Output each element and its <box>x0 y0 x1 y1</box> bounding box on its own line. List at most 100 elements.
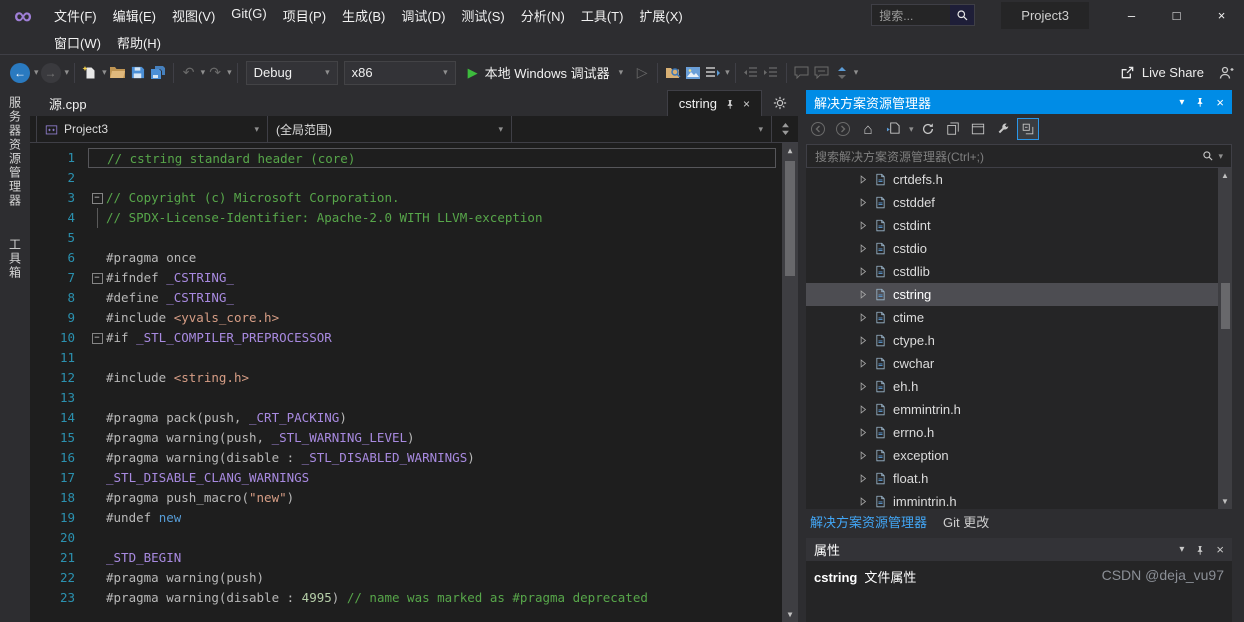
window-position-caret-icon[interactable]: ▾ <box>1179 97 1184 108</box>
chevron-right-icon[interactable] <box>858 289 868 300</box>
maximize-button[interactable]: □ <box>1154 0 1199 30</box>
scrollbar-thumb[interactable] <box>1220 283 1230 329</box>
save-button[interactable] <box>128 60 148 86</box>
sign-in-button[interactable] <box>1216 60 1236 86</box>
save-all-button[interactable] <box>148 60 168 86</box>
tree-item-ctype.h[interactable]: ctype.h <box>806 329 1232 352</box>
tab-source-cpp[interactable]: 源.cpp <box>38 90 98 116</box>
menu-item[interactable]: 工具(T) <box>573 2 632 29</box>
menu-item[interactable]: Git(G) <box>223 2 274 29</box>
menu-item[interactable]: 帮助(H) <box>109 29 169 56</box>
tree-item-cstdlib[interactable]: cstdlib <box>806 260 1232 283</box>
back-button[interactable] <box>807 118 829 140</box>
tree-item-crtdefs.h[interactable]: crtdefs.h <box>806 168 1232 191</box>
tree-item-exception[interactable]: exception <box>806 444 1232 467</box>
split-editor-button[interactable] <box>772 116 798 142</box>
forward-dropdown-caret-icon[interactable]: ▾ <box>65 67 70 78</box>
comment-button[interactable] <box>792 60 812 86</box>
editor-vertical-scrollbar[interactable]: ▲ ▼ <box>782 143 798 622</box>
tree-item-emmintrin.h[interactable]: emmintrin.h <box>806 398 1232 421</box>
solution-configuration-dropdown[interactable]: Debug ▾ <box>245 60 338 85</box>
search-icon[interactable] <box>950 5 975 25</box>
live-share-button[interactable]: Live Share <box>1108 65 1216 80</box>
chevron-right-icon[interactable] <box>858 243 868 254</box>
close-button[interactable]: × <box>1199 0 1244 30</box>
menu-item[interactable]: 测试(S) <box>453 2 512 29</box>
tree-item-cstdio[interactable]: cstdio <box>806 237 1232 260</box>
chevron-right-icon[interactable] <box>858 335 868 346</box>
updown-caret-icon[interactable]: ▾ <box>854 67 859 78</box>
menu-item[interactable]: 项目(P) <box>275 2 334 29</box>
chevron-right-icon[interactable] <box>858 404 868 415</box>
search-options-caret-icon[interactable]: ▾ <box>1218 151 1223 162</box>
window-position-caret-icon[interactable]: ▾ <box>1179 544 1184 555</box>
titlebar-search-box[interactable]: 搜索... <box>871 4 976 26</box>
indent-increase-button[interactable] <box>761 60 781 86</box>
scrollbar-thumb[interactable] <box>785 161 795 276</box>
start-debugging-button[interactable]: ▶ 本地 Windows 调试器 ▾ <box>459 63 633 82</box>
close-panel-icon[interactable]: × <box>1216 95 1224 110</box>
redo-caret-icon[interactable]: ▾ <box>227 67 232 78</box>
tab-solution-explorer[interactable]: 解决方案资源管理器 <box>810 512 927 531</box>
new-file-button[interactable] <box>80 60 100 86</box>
redo-button[interactable]: ↷ <box>205 60 225 86</box>
tree-item-cstring[interactable]: cstring <box>806 283 1232 306</box>
refresh-button[interactable] <box>917 118 939 140</box>
solution-explorer-search-box[interactable]: 搜索解决方案资源管理器(Ctrl+;) ▾ <box>806 144 1232 168</box>
navigate-updown-button[interactable] <box>832 60 852 86</box>
indent-decrease-button[interactable] <box>741 60 761 86</box>
toolbar-caret-icon[interactable]: ▾ <box>909 124 914 135</box>
undo-button[interactable]: ↶ <box>179 60 199 86</box>
menu-item[interactable]: 窗口(W) <box>46 29 109 56</box>
properties-button[interactable] <box>992 118 1014 140</box>
solution-platform-dropdown[interactable]: x86 ▾ <box>343 60 456 85</box>
scroll-up-icon[interactable]: ▲ <box>1218 168 1232 183</box>
code-capture-button[interactable] <box>683 60 703 86</box>
pin-icon[interactable] <box>1195 544 1205 556</box>
chevron-right-icon[interactable] <box>858 197 868 208</box>
chevron-right-icon[interactable] <box>858 473 868 484</box>
scroll-down-icon[interactable]: ▼ <box>1218 494 1232 509</box>
navigate-back-button[interactable]: ← <box>8 60 32 86</box>
fold-collapse-icon[interactable]: − <box>88 328 106 348</box>
scroll-down-icon[interactable]: ▼ <box>782 607 798 622</box>
menu-item[interactable]: 调试(D) <box>393 2 453 29</box>
menu-item[interactable]: 文件(F) <box>46 2 105 29</box>
forward-button[interactable] <box>832 118 854 140</box>
tree-vertical-scrollbar[interactable]: ▲ ▼ <box>1218 168 1232 509</box>
chevron-right-icon[interactable] <box>858 427 868 438</box>
tab-cstring-preview[interactable]: cstring × <box>666 90 762 116</box>
fold-collapse-icon[interactable]: − <box>88 268 106 288</box>
sync-with-active-document-button[interactable] <box>882 118 904 140</box>
tree-item-cwchar[interactable]: cwchar <box>806 352 1232 375</box>
toolbox-tab[interactable]: 工具箱 <box>7 238 24 280</box>
project-dropdown[interactable]: Project3 ▾ <box>36 116 268 142</box>
chevron-right-icon[interactable] <box>858 358 868 369</box>
editor-options-button[interactable] <box>762 90 798 116</box>
minimize-button[interactable]: – <box>1109 0 1154 30</box>
task-list-caret-icon[interactable]: ▾ <box>725 67 730 78</box>
chevron-right-icon[interactable] <box>858 312 868 323</box>
find-in-files-button[interactable] <box>663 60 683 86</box>
tab-git-changes[interactable]: Git 更改 <box>943 512 989 531</box>
menu-item[interactable]: 生成(B) <box>334 2 393 29</box>
tree-item-cstdint[interactable]: cstdint <box>806 214 1232 237</box>
fold-collapse-icon[interactable]: − <box>88 188 106 208</box>
tree-item-errno.h[interactable]: errno.h <box>806 421 1232 444</box>
scroll-up-icon[interactable]: ▲ <box>782 143 798 158</box>
start-without-debugging-button[interactable]: ▷ <box>632 60 652 86</box>
pin-icon[interactable] <box>1195 96 1205 108</box>
menu-item[interactable]: 编辑(E) <box>105 2 164 29</box>
menu-item[interactable]: 分析(N) <box>513 2 573 29</box>
properties-header[interactable]: 属性 ▾ × <box>806 538 1232 561</box>
tree-item-ctime[interactable]: ctime <box>806 306 1232 329</box>
menu-item[interactable]: 视图(V) <box>164 2 223 29</box>
chevron-right-icon[interactable] <box>858 450 868 461</box>
pin-icon[interactable] <box>725 98 735 110</box>
chevron-right-icon[interactable] <box>858 220 868 231</box>
uncomment-button[interactable] <box>812 60 832 86</box>
menu-item[interactable]: 扩展(X) <box>631 2 690 29</box>
member-dropdown[interactable]: ▾ <box>512 116 772 142</box>
collapse-all-button[interactable] <box>1016 118 1039 140</box>
close-tab-icon[interactable]: × <box>743 97 750 111</box>
